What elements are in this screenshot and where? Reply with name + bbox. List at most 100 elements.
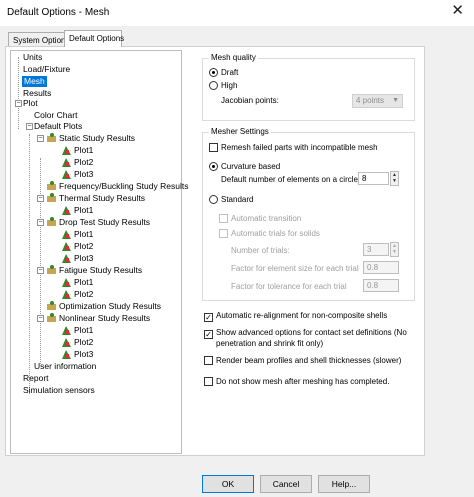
- tree-item-load-fixture[interactable]: Load/Fixture: [23, 64, 70, 75]
- mesher-settings-group: Mesher Settings Remesh failed parts with…: [202, 127, 415, 301]
- plot-icon: [62, 242, 71, 251]
- spin-down-icon[interactable]: ▼: [391, 178, 398, 184]
- spin-down-icon[interactable]: ▼: [391, 249, 398, 255]
- tree-item-user-information[interactable]: User information: [34, 361, 96, 372]
- jacobian-select[interactable]: 4 points ▼: [352, 94, 403, 108]
- checkbox-unchecked-icon: [204, 377, 213, 386]
- default-elements-input[interactable]: 8: [358, 172, 389, 185]
- auto-transition-checkbox[interactable]: Automatic transition: [219, 214, 301, 224]
- factor-tolerance-label: Factor for tolerance for each trial: [231, 282, 347, 291]
- render-beam-checkbox[interactable]: Render beam profiles and shell thickness…: [204, 356, 401, 366]
- tree-item-plot[interactable]: Plot2: [74, 337, 93, 348]
- radio-unselected-icon: [209, 81, 218, 90]
- study-folder-icon: [47, 265, 56, 274]
- checkbox-checked-icon: ✓: [204, 313, 213, 322]
- tree-connector: [29, 134, 30, 394]
- collapse-icon[interactable]: −: [37, 135, 44, 142]
- help-button[interactable]: Help...: [318, 475, 370, 493]
- draft-radio[interactable]: Draft: [209, 68, 238, 78]
- radio-selected-icon: [209, 68, 218, 77]
- plot-icon: [62, 350, 71, 359]
- auto-trials-checkbox[interactable]: Automatic trials for solids: [219, 229, 320, 239]
- tree-item-static-study[interactable]: Static Study Results: [59, 133, 135, 144]
- cancel-button[interactable]: Cancel: [260, 475, 312, 493]
- tree-item-plot[interactable]: Plot: [23, 98, 38, 109]
- tree-item-units[interactable]: Units: [23, 52, 42, 63]
- tree-item-plot[interactable]: Plot2: [74, 241, 93, 252]
- plot-icon: [62, 170, 71, 179]
- factor-size-input[interactable]: 0.8: [363, 261, 399, 274]
- num-trials-label: Number of trials:: [231, 246, 290, 255]
- plot-icon: [62, 326, 71, 335]
- plot-icon: [62, 278, 71, 287]
- tree-item-plot[interactable]: Plot1: [74, 205, 93, 216]
- tab-panel: Units Load/Fixture Mesh Results − Plot C…: [5, 46, 425, 456]
- tree-connector: [18, 57, 19, 129]
- collapse-icon[interactable]: −: [37, 219, 44, 226]
- collapse-icon[interactable]: −: [15, 100, 22, 107]
- plot-icon: [62, 206, 71, 215]
- options-dialog: System Options Default Options Units Loa…: [0, 26, 474, 497]
- auto-realign-label: Automatic re-alignment for non-composite…: [216, 311, 388, 320]
- curvature-based-label: Curvature based: [221, 162, 281, 171]
- study-folder-icon: [47, 193, 56, 202]
- tree-item-plot[interactable]: Plot3: [74, 169, 93, 180]
- tree-item-plot[interactable]: Plot2: [74, 289, 93, 300]
- trials-spinner[interactable]: ▲ ▼: [390, 242, 399, 257]
- tree-item-plot[interactable]: Plot1: [74, 145, 93, 156]
- curvature-based-radio[interactable]: Curvature based: [209, 162, 280, 172]
- collapse-icon[interactable]: −: [26, 123, 33, 130]
- show-advanced-checkbox[interactable]: ✓ Show advanced options for contact set d…: [204, 328, 407, 339]
- factor-tolerance-input[interactable]: 0.8: [363, 279, 399, 292]
- tree-item-plot[interactable]: Plot3: [74, 349, 93, 360]
- tree-item-color-chart[interactable]: Color Chart: [34, 110, 77, 121]
- elements-spinner[interactable]: ▲ ▼: [390, 171, 399, 186]
- tree-item-fatigue-study[interactable]: Fatigue Study Results: [59, 265, 142, 276]
- tree-item-nonlinear-study[interactable]: Nonlinear Study Results: [59, 313, 150, 324]
- tree-item-report[interactable]: Report: [23, 373, 49, 384]
- tab-system-options[interactable]: System Options: [8, 32, 69, 47]
- standard-radio[interactable]: Standard: [209, 195, 253, 205]
- standard-label: Standard: [221, 195, 254, 204]
- ok-button[interactable]: OK: [202, 475, 254, 493]
- show-advanced-label-line1: Show advanced options for contact set de…: [216, 328, 407, 337]
- window-title: Default Options - Mesh: [7, 7, 110, 18]
- mesh-quality-label: Mesh quality: [209, 53, 258, 62]
- checkbox-checked-icon: ✓: [204, 330, 213, 339]
- tree-item-plot[interactable]: Plot3: [74, 253, 93, 264]
- tree-item-optimization-study[interactable]: Optimization Study Results: [59, 301, 161, 312]
- tree-item-simulation-sensors[interactable]: Simulation sensors: [23, 385, 95, 396]
- close-icon[interactable]: ✕: [451, 3, 464, 18]
- no-show-mesh-checkbox[interactable]: Do not show mesh after meshing has compl…: [204, 377, 389, 387]
- num-trials-input[interactable]: 3: [363, 243, 389, 256]
- plot-icon: [62, 146, 71, 155]
- mesher-settings-label: Mesher Settings: [209, 127, 271, 136]
- options-tree[interactable]: Units Load/Fixture Mesh Results − Plot C…: [10, 50, 188, 454]
- collapse-icon[interactable]: −: [37, 195, 44, 202]
- plot-icon: [62, 338, 71, 347]
- tree-connector: [40, 158, 41, 364]
- tree-item-plot[interactable]: Plot1: [74, 325, 93, 336]
- tree-item-default-plots[interactable]: Default Plots: [34, 121, 82, 132]
- tree-item-frequency-study[interactable]: Frequency/Buckling Study Results: [59, 181, 188, 192]
- tree-item-drop-test-study[interactable]: Drop Test Study Results: [59, 217, 150, 228]
- plot-icon: [62, 230, 71, 239]
- collapse-icon[interactable]: −: [37, 315, 44, 322]
- remesh-label: Remesh failed parts with incompatible me…: [221, 143, 378, 152]
- mesh-quality-group: Mesh quality Draft High Jacobian points:…: [202, 53, 415, 121]
- tree-item-plot[interactable]: Plot1: [74, 277, 93, 288]
- remesh-checkbox[interactable]: Remesh failed parts with incompatible me…: [209, 143, 378, 153]
- tab-default-options[interactable]: Default Options: [64, 30, 124, 47]
- plot-icon: [62, 158, 71, 167]
- tree-item-mesh[interactable]: Mesh: [22, 76, 47, 87]
- collapse-icon[interactable]: −: [37, 267, 44, 274]
- auto-realign-checkbox[interactable]: ✓ Automatic re-alignment for non-composit…: [204, 311, 387, 322]
- auto-trials-label: Automatic trials for solids: [231, 229, 320, 238]
- render-beam-label: Render beam profiles and shell thickness…: [216, 356, 402, 365]
- tree-item-thermal-study[interactable]: Thermal Study Results: [59, 193, 145, 204]
- radio-unselected-icon: [209, 195, 218, 204]
- study-folder-icon: [47, 133, 56, 142]
- high-radio[interactable]: High: [209, 81, 237, 91]
- tree-item-plot[interactable]: Plot1: [74, 229, 93, 240]
- tree-item-plot[interactable]: Plot2: [74, 157, 93, 168]
